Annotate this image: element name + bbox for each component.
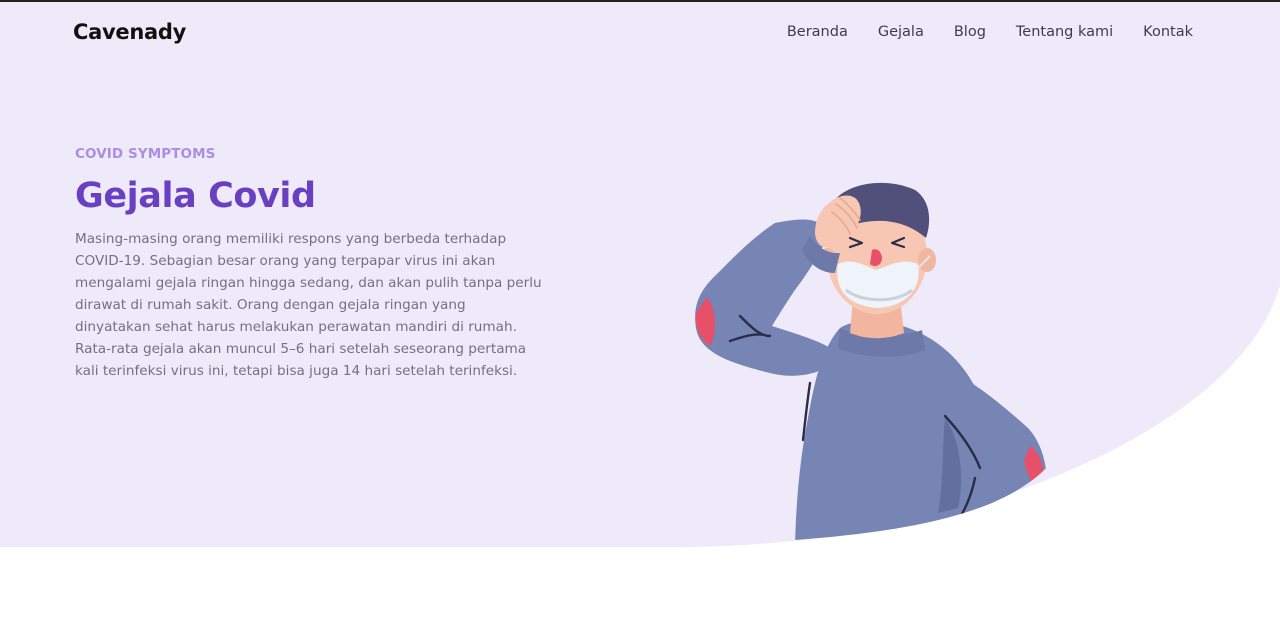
nav-item-gejala[interactable]: Gejala — [878, 24, 924, 40]
brand-logo[interactable]: Cavenady — [73, 20, 186, 44]
nav-item-beranda[interactable]: Beranda — [787, 24, 848, 40]
nav-item-blog[interactable]: Blog — [954, 24, 986, 40]
page: Cavenady Beranda Gejala Blog Tentang kam… — [0, 0, 1280, 640]
top-border — [0, 0, 1280, 2]
hero-content: COVID SYMPTOMS Gejala Covid Masing-masin… — [75, 146, 545, 382]
sick-person-illustration — [695, 182, 1047, 540]
site-header: Cavenady Beranda Gejala Blog Tentang kam… — [0, 2, 1280, 66]
hero-description: Masing-masing orang memiliki respons yan… — [75, 231, 542, 379]
hero-eyebrow: COVID SYMPTOMS — [75, 146, 216, 162]
hero-title: Gejala Covid — [75, 176, 316, 216]
main-nav: Beranda Gejala Blog Tentang kami Kontak — [787, 24, 1193, 40]
nav-item-kontak[interactable]: Kontak — [1143, 24, 1193, 40]
nav-item-tentang-kami[interactable]: Tentang kami — [1016, 24, 1113, 40]
